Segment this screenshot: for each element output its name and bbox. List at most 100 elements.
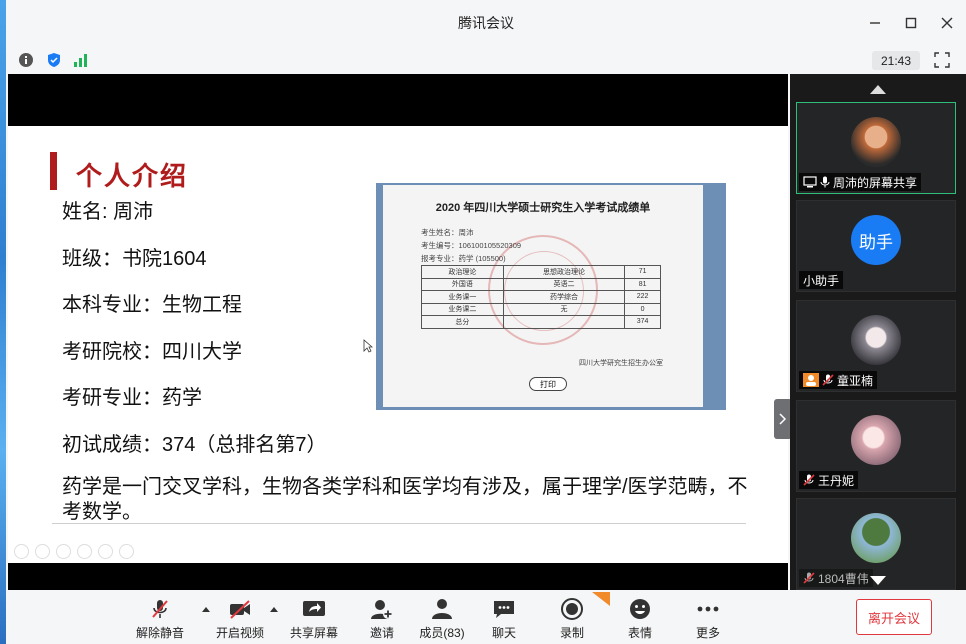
person-photo-icon [851, 117, 901, 167]
scroll-up-icon[interactable] [868, 82, 888, 96]
report-field-id: 考生编号：106100105520309 [421, 241, 522, 250]
prev-slide-icon[interactable] [14, 544, 29, 559]
record-label: 录制 [559, 626, 584, 640]
participant-label: 小助手 [799, 271, 844, 289]
report-field-name: 考生姓名：周沛 [421, 228, 474, 237]
minimize-icon[interactable] [864, 12, 886, 34]
fullscreen-icon[interactable] [934, 52, 950, 68]
slide-line-score: 初试成绩：374（总排名第7） [62, 434, 327, 456]
reactions-label: 表情 [627, 626, 652, 640]
invite-label: 邀请 [369, 626, 394, 640]
table-cell: 业务课二 [421, 302, 504, 316]
report-title: 2020 年四川大学硕士研究生入学考试成绩单 [435, 202, 651, 214]
start-video-label: 开启视频 [215, 626, 264, 640]
title-accent-bar [50, 152, 57, 190]
report-print-button: 打印 [529, 377, 567, 391]
chat-label: 聊天 [491, 626, 516, 640]
microphone-muted-icon [803, 572, 815, 584]
anime-girl-photo-icon [851, 315, 901, 365]
shield-icon[interactable] [46, 52, 62, 68]
screen-share-icon [803, 176, 817, 188]
chevron-up-icon[interactable] [202, 606, 210, 612]
unmute-button[interactable]: 解除静音 [130, 598, 190, 640]
share-screen-button[interactable]: 共享屏幕 [284, 598, 344, 640]
microphone-muted-icon [803, 474, 815, 486]
anime-girl-photo-icon [851, 415, 901, 465]
table-cell: 药学综合 [502, 290, 626, 304]
info-bar: 21:43 [6, 48, 966, 72]
participant-label: 周沛的屏幕共享 [799, 173, 922, 191]
slide-heading: 个人介绍 [76, 161, 189, 191]
more-button[interactable]: 更多 [678, 598, 738, 640]
table-cell: 英语二 [502, 277, 626, 291]
table-row: 外国语 英语二 81 [421, 277, 661, 291]
score-report-sheet: 2020 年四川大学硕士研究生入学考试成绩单 考生姓名：周沛 考生编号：1061… [383, 185, 703, 407]
more-options-icon[interactable] [119, 544, 134, 559]
mouse-cursor-icon [363, 339, 373, 353]
title-bar: 腾讯会议 [6, 0, 966, 46]
chevron-up-icon[interactable] [270, 606, 278, 612]
reactions-button[interactable]: 表情 [610, 598, 670, 640]
members-label: 成员(83) [419, 626, 465, 640]
close-icon[interactable] [936, 12, 958, 34]
share-screen-icon [302, 598, 326, 620]
invite-button[interactable]: 邀请 [352, 598, 412, 640]
report-field-major: 报考专业：药学 (105500) [421, 254, 506, 263]
next-slide-icon[interactable] [35, 544, 50, 559]
slides-grid-icon[interactable] [77, 544, 92, 559]
slide-playback-controls [14, 544, 134, 559]
leave-meeting-button[interactable]: 离开会议 [856, 599, 932, 635]
slide-line-school: 考研院校：四川大学 [62, 341, 242, 363]
participant-tile[interactable]: 童亚楠 [796, 300, 956, 392]
participants-panel: 周沛的屏幕共享 助手 小助手 童亚楠 王丹妮 1804曹伟 [790, 74, 966, 590]
score-report-image: 2020 年四川大学硕士研究生入学考试成绩单 考生姓名：周沛 考生编号：1061… [376, 183, 726, 410]
scroll-down-icon[interactable] [868, 574, 888, 588]
table-cell: 外国语 [421, 277, 504, 291]
microphone-muted-icon [148, 598, 172, 620]
share-screen-label: 共享屏幕 [289, 626, 338, 640]
participant-tile[interactable]: 周沛的屏幕共享 [796, 102, 956, 194]
participant-tile[interactable]: 王丹妮 [796, 400, 956, 492]
slide-line-class: 班级：书院1604 [62, 248, 207, 270]
slide-divider [52, 523, 746, 524]
participant-tile[interactable]: 助手 小助手 [796, 200, 956, 292]
members-icon [430, 598, 454, 620]
microphone-muted-icon [822, 374, 834, 386]
table-cell: 0 [624, 302, 661, 316]
participant-label: 1804曹伟 [799, 569, 873, 587]
window-controls [864, 12, 958, 34]
table-row: 政治理论 思想政治理论 71 [421, 265, 661, 279]
more-dots-icon [696, 598, 720, 620]
tree-photo-icon [851, 513, 901, 563]
add-user-icon [370, 598, 394, 620]
slide-line-major: 本科专业：生物工程 [62, 294, 242, 316]
table-row: 业务课一 药学综合 222 [421, 290, 661, 304]
shared-screen-stage[interactable]: 个人介绍 姓名: 周沛 班级：书院1604 本科专业：生物工程 考研院校：四川大… [8, 74, 792, 590]
maximize-icon[interactable] [900, 12, 922, 34]
table-row: 总分 374 [421, 315, 661, 329]
table-cell: 无 [502, 302, 626, 316]
user-badge-icon [803, 373, 819, 387]
zoom-icon[interactable] [98, 544, 113, 559]
table-cell: 81 [624, 277, 661, 291]
members-button[interactable]: 成员(83) [412, 598, 472, 640]
participant-name: 小助手 [803, 273, 840, 288]
presentation-slide: 个人介绍 姓名: 周沛 班级：书院1604 本科专业：生物工程 考研院校：四川大… [8, 126, 788, 563]
participant-label: 童亚楠 [799, 371, 878, 389]
meeting-clock: 21:43 [872, 51, 920, 70]
signal-icon[interactable] [72, 52, 88, 68]
report-score-table: 政治理论 思想政治理论 71 外国语 英语二 81 业务课一 药学综合 222 … [421, 265, 661, 329]
chevron-right-icon [779, 413, 787, 425]
camera-off-icon [228, 598, 252, 620]
assistant-avatar-text: 助手 [859, 232, 893, 252]
participant-name: 王丹妮 [818, 473, 855, 488]
microphone-icon [820, 176, 830, 188]
info-icon[interactable] [18, 52, 34, 68]
pen-icon[interactable] [56, 544, 71, 559]
report-office: 四川大学研究生招生办公室 [579, 360, 663, 367]
record-new-badge-icon [592, 592, 610, 606]
chat-button[interactable]: 聊天 [474, 598, 534, 640]
participant-label: 王丹妮 [799, 471, 859, 489]
table-cell: 总分 [421, 315, 504, 329]
start-video-button[interactable]: 开启视频 [210, 598, 270, 640]
